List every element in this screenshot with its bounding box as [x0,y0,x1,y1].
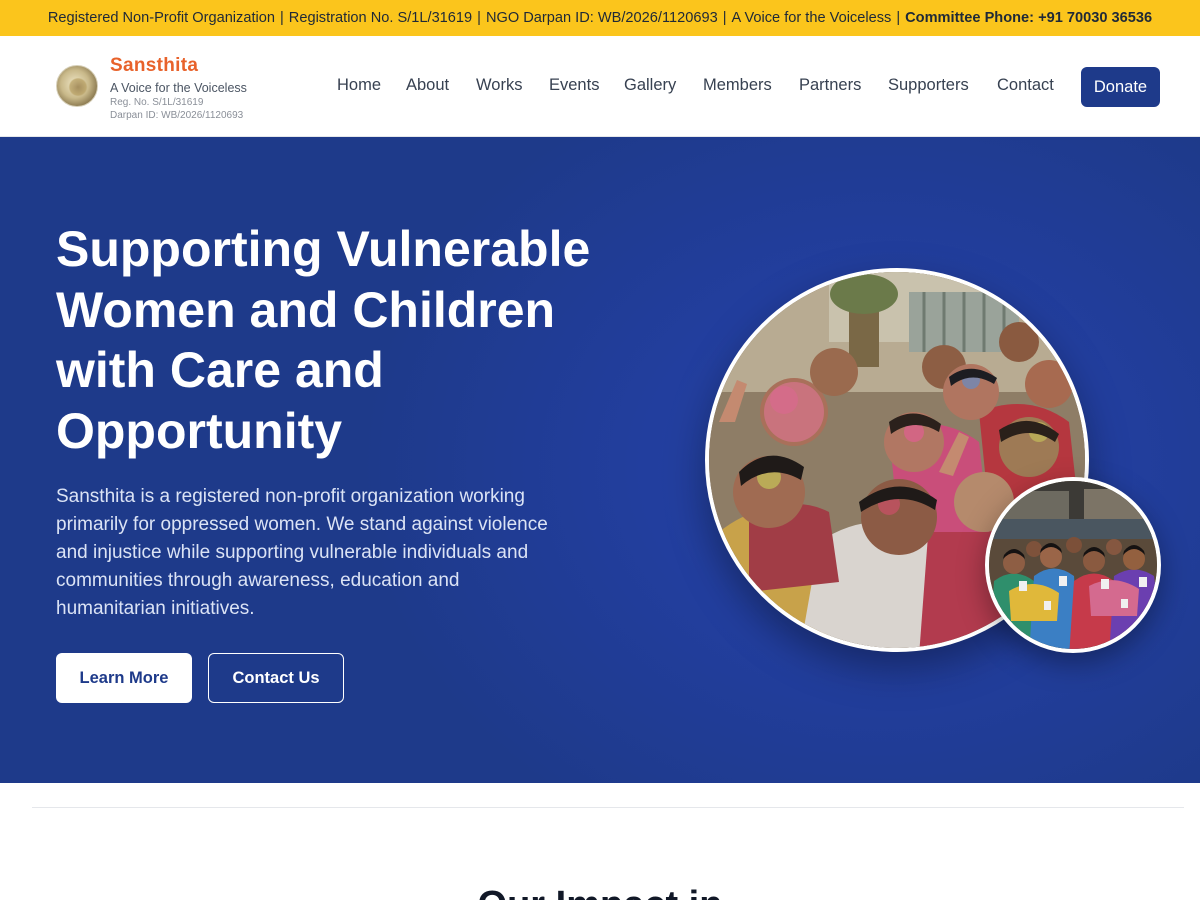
org-type-text: Registered Non-Profit Organization [47,10,275,26]
motto-text: A Voice for the Voiceless [731,10,892,26]
nav-partners[interactable]: Partners [799,76,861,95]
brand-name[interactable]: Sansthita [110,55,198,77]
next-section-heading: Our Impact in [0,884,1200,900]
contact-us-button[interactable]: Contact Us [208,653,344,703]
learn-more-button[interactable]: Learn More [56,653,192,703]
nav-members[interactable]: Members [703,76,772,95]
section-divider [32,807,1184,808]
brand-tagline: A Voice for the Voiceless [110,81,247,95]
hero-title: Supporting Vulnerable Women and Children… [56,221,591,459]
site-header: Sansthita A Voice for the Voiceless Reg.… [0,36,1200,137]
separator: | [896,10,901,26]
registration-text: Registration No. S/1L/31619 [288,10,473,26]
separator: | [280,10,284,26]
brand-reg-no: Reg. No. S/1L/31619 [110,97,204,108]
nav-events[interactable]: Events [549,76,599,95]
darpan-text: NGO Darpan ID: WB/2026/1120693 [485,10,718,26]
logo-icon[interactable] [56,65,98,107]
hero-description: Sansthita is a registered non-profit org… [56,486,548,619]
nav-works[interactable]: Works [476,76,522,95]
separator: | [477,10,481,26]
brand-darpan-id: Darpan ID: WB/2026/1120693 [110,110,244,121]
nav-gallery[interactable]: Gallery [624,76,676,95]
hero-section: Supporting Vulnerable Women and Children… [0,137,1200,783]
top-announcement-bar: Registered Non-Profit Organization | Reg… [0,0,1200,36]
hero-photo-women-group [985,477,1161,653]
women-group-photo-illustration [989,481,1157,649]
nav-about[interactable]: About [406,76,449,95]
separator: | [722,10,727,26]
nav-home[interactable]: Home [337,76,381,95]
nav-contact[interactable]: Contact [997,76,1054,95]
nav-supporters[interactable]: Supporters [888,76,969,95]
committee-phone[interactable]: Committee Phone: +91 70030 36536 [905,10,1152,26]
donate-button[interactable]: Donate [1081,67,1160,107]
